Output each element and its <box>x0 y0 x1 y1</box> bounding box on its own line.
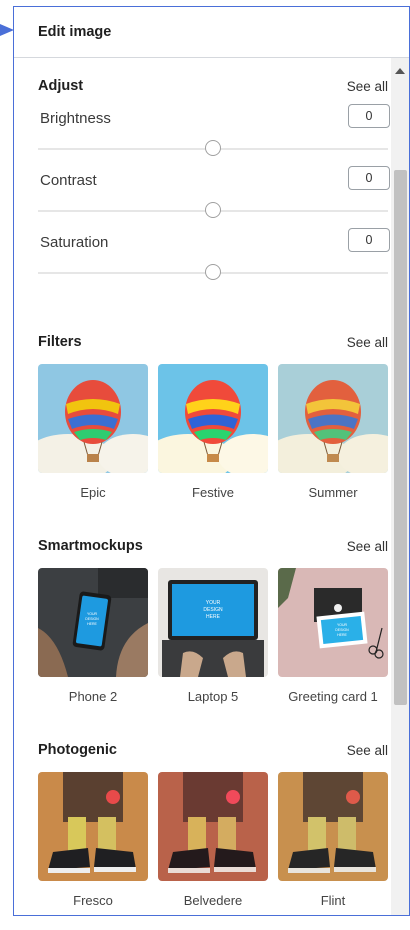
filter-thumbnail-epic <box>38 364 148 473</box>
mockup-text-line-1: YOUR <box>87 612 98 616</box>
photogenic-card-fresco[interactable]: Fresco <box>38 772 148 908</box>
adjust-section-header: Adjust See all <box>38 78 388 94</box>
photogenic-card-belvedere[interactable]: Belvedere <box>158 772 268 908</box>
filter-label-festive: Festive <box>192 485 234 500</box>
card-text-line-3: HERE <box>337 633 347 637</box>
card-text-line-1: YOUR <box>337 623 348 627</box>
photogenic-title: Photogenic <box>38 742 117 758</box>
brightness-control: Brightness 0 <box>38 104 390 172</box>
smartmockups-see-all-link[interactable]: See all <box>347 539 388 554</box>
panel-content: Adjust See all Brightness 0 Contrast 0 S… <box>38 58 390 908</box>
edit-image-panel: Edit image Adjust See all Brightness 0 C… <box>13 6 410 916</box>
filters-section-header: Filters See all <box>38 334 388 350</box>
panel-scroll-area: Adjust See all Brightness 0 Contrast 0 S… <box>14 58 409 915</box>
contrast-value-input[interactable]: 0 <box>348 166 390 190</box>
photogenic-thumbnail-flint <box>278 772 388 881</box>
scrollbar-thumb[interactable] <box>394 170 407 705</box>
saturation-control: Saturation 0 <box>38 228 390 296</box>
filters-title: Filters <box>38 334 82 350</box>
filter-label-summer: Summer <box>308 485 358 500</box>
mockup-text-line-3: HERE <box>87 622 97 626</box>
saturation-slider-thumb[interactable] <box>205 264 221 280</box>
saturation-label: Saturation <box>40 234 109 251</box>
mockup-label-laptop-5: Laptop 5 <box>187 689 239 704</box>
laptop-text-line-1: YOUR <box>206 600 221 606</box>
mockup-thumbnail-laptop-5: YOUR DESIGN HERE <box>158 568 268 677</box>
mockup-thumbnail-greeting-card-1: YOUR DESIGN HERE <box>278 568 388 677</box>
contrast-label: Contrast <box>40 172 97 189</box>
vertical-scrollbar[interactable] <box>391 58 409 915</box>
adjust-see-all-link[interactable]: See all <box>347 79 388 94</box>
saturation-slider[interactable] <box>38 264 388 282</box>
contrast-control: Contrast 0 <box>38 166 390 234</box>
filters-row: Epic Festive Summer <box>38 364 388 500</box>
filters-see-all-link[interactable]: See all <box>347 335 388 350</box>
photogenic-section-header: Photogenic See all <box>38 742 388 758</box>
card-text-line-2: DESIGN <box>335 628 349 632</box>
photogenic-thumbnail-fresco <box>38 772 148 881</box>
filter-thumbnail-festive <box>158 364 268 473</box>
filter-card-festive[interactable]: Festive <box>158 364 268 500</box>
filter-card-summer[interactable]: Summer <box>278 364 388 500</box>
mockup-thumbnail-phone-2: YOUR DESIGN HERE <box>38 568 148 677</box>
filter-card-epic[interactable]: Epic <box>38 364 148 500</box>
laptop-text-line-2: DESIGN <box>203 607 223 613</box>
saturation-value-input[interactable]: 0 <box>348 228 390 252</box>
brightness-label: Brightness <box>40 110 111 127</box>
filter-label-epic: Epic <box>80 485 106 500</box>
filter-thumbnail-summer <box>278 364 388 473</box>
photogenic-label-fresco: Fresco <box>73 893 113 908</box>
brightness-slider-thumb[interactable] <box>205 140 221 156</box>
scroll-up-arrow-icon[interactable] <box>395 68 405 74</box>
photogenic-see-all-link[interactable]: See all <box>347 743 388 758</box>
smartmockups-row: YOUR DESIGN HERE Phone 2 YOUR DESIGN HER… <box>38 568 388 704</box>
laptop-text-line-3: HERE <box>206 614 221 620</box>
mockup-card-greeting-card-1[interactable]: YOUR DESIGN HERE Greeting card 1 <box>278 568 388 704</box>
panel-title: Edit image <box>38 24 112 40</box>
mockup-card-laptop-5[interactable]: YOUR DESIGN HERE Laptop 5 <box>158 568 268 704</box>
adjust-title: Adjust <box>38 78 84 94</box>
contrast-slider-thumb[interactable] <box>205 202 221 218</box>
photogenic-label-belvedere: Belvedere <box>183 893 243 908</box>
arrow-pointer-icon <box>0 24 14 36</box>
smartmockups-title: Smartmockups <box>38 538 143 554</box>
contrast-slider[interactable] <box>38 202 388 220</box>
panel-header: Edit image <box>14 7 409 58</box>
mockup-label-phone-2: Phone 2 <box>68 689 118 704</box>
mockup-label-greeting-card-1: Greeting card 1 <box>288 689 378 704</box>
photogenic-card-flint[interactable]: Flint <box>278 772 388 908</box>
brightness-slider[interactable] <box>38 140 388 158</box>
photogenic-row: Fresco Belvedere Flint <box>38 772 388 908</box>
photogenic-thumbnail-belvedere <box>158 772 268 881</box>
photogenic-label-flint: Flint <box>320 893 346 908</box>
smartmockups-section-header: Smartmockups See all <box>38 538 388 554</box>
mockup-card-phone-2[interactable]: YOUR DESIGN HERE Phone 2 <box>38 568 148 704</box>
mockup-text-line-2: DESIGN <box>85 617 99 621</box>
brightness-value-input[interactable]: 0 <box>348 104 390 128</box>
